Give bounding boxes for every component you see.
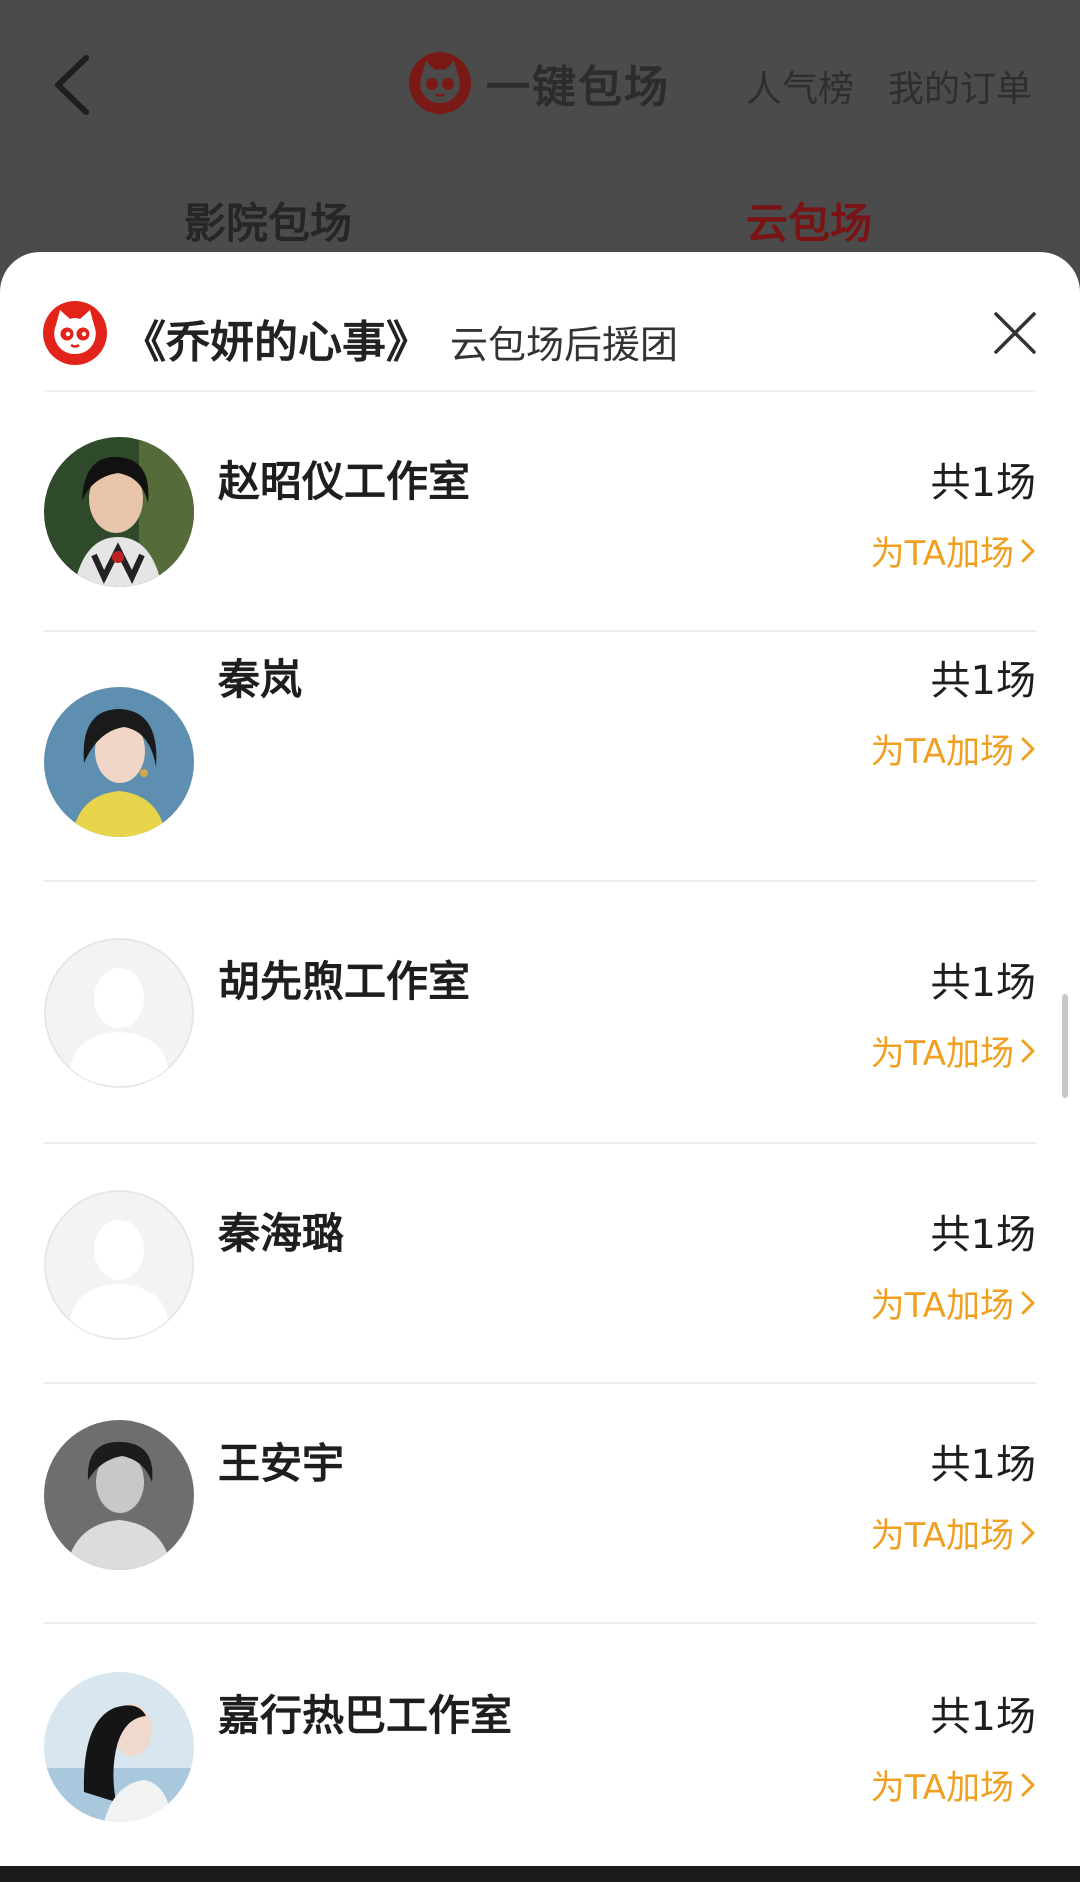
tab-cloud-booking[interactable]: 云包场 — [746, 190, 872, 251]
session-count: 共1场 — [930, 460, 1036, 506]
back-button[interactable] — [48, 50, 98, 120]
add-session-label: 为TA加场 — [870, 534, 1014, 574]
supporter-row: 赵昭仪工作室 共1场 为TA加场 — [0, 392, 1080, 632]
supporter-name: 秦海璐 — [218, 1209, 345, 1258]
session-count: 共1场 — [930, 1694, 1036, 1740]
supporter-name: 王安宇 — [218, 1439, 345, 1488]
session-count: 共1场 — [930, 960, 1036, 1006]
supporter-row: 秦岚 共1场 为TA加场 — [0, 632, 1080, 894]
cat-logo-icon — [408, 51, 472, 115]
add-session-link[interactable]: 为TA加场 — [871, 526, 1036, 575]
supporter-row: 王安宇 共1场 为TA加场 — [0, 1384, 1080, 1636]
default-avatar-icon — [44, 938, 194, 1088]
my-orders-link[interactable]: 我的订单 — [888, 60, 1032, 112]
session-count: 共1场 — [930, 1442, 1036, 1488]
supporter-row: 嘉行热巴工作室 共1场 为TA加场 — [0, 1636, 1080, 1882]
supporter-row: 胡先煦工作室 共1场 为TA加场 — [0, 894, 1080, 1144]
brand-title: 一键包场 — [486, 62, 670, 113]
add-session-label: 为TA加场 — [870, 1768, 1014, 1808]
close-icon — [994, 312, 1036, 354]
add-session-link[interactable]: 为TA加场 — [871, 1026, 1036, 1075]
add-session-link[interactable]: 为TA加场 — [871, 1508, 1036, 1557]
supporter-name: 秦岚 — [218, 655, 303, 704]
avatar — [44, 1190, 194, 1340]
avatar — [44, 1420, 194, 1570]
divider — [44, 880, 1036, 882]
chevron-right-icon — [1020, 1771, 1036, 1799]
sheet-header: 《乔妍的心事》 云包场后援团 — [0, 252, 1080, 392]
avatar — [44, 437, 194, 587]
chevron-right-icon — [1020, 537, 1036, 565]
add-session-link[interactable]: 为TA加场 — [871, 724, 1036, 773]
session-count: 共1场 — [930, 658, 1036, 704]
add-session-label: 为TA加场 — [870, 1516, 1014, 1556]
scrollbar[interactable] — [1062, 994, 1068, 1098]
tab-cinema-booking[interactable]: 影院包场 — [184, 190, 352, 251]
brand: 一键包场 — [408, 50, 670, 116]
popularity-rank-link[interactable]: 人气榜 — [746, 60, 854, 112]
avatar — [44, 938, 194, 1088]
add-session-label: 为TA加场 — [870, 1034, 1014, 1074]
bottom-bar — [0, 1866, 1080, 1882]
supporter-name: 胡先煦工作室 — [218, 957, 471, 1006]
movie-title: 《乔妍的心事》 — [122, 317, 430, 368]
avatar — [44, 1672, 194, 1822]
avatar — [44, 687, 194, 837]
add-session-label: 为TA加场 — [870, 1286, 1014, 1326]
chevron-right-icon — [1020, 1289, 1036, 1317]
supporter-name: 赵昭仪工作室 — [218, 457, 471, 506]
add-session-link[interactable]: 为TA加场 — [871, 1760, 1036, 1809]
default-avatar-icon — [44, 1190, 194, 1340]
cat-logo-icon — [42, 300, 108, 366]
back-arrow-icon — [55, 55, 89, 115]
supporter-name: 嘉行热巴工作室 — [218, 1691, 513, 1740]
supporter-row: 秦海璐 共1场 为TA加场 — [0, 1144, 1080, 1384]
chevron-right-icon — [1020, 735, 1036, 763]
close-button[interactable] — [992, 310, 1038, 356]
session-count: 共1场 — [930, 1212, 1036, 1258]
chevron-right-icon — [1020, 1519, 1036, 1547]
chevron-right-icon — [1020, 1037, 1036, 1065]
supporters-sheet: 《乔妍的心事》 云包场后援团 赵昭仪工作室 共1场 为TA加场 秦岚 共1场 为… — [0, 252, 1080, 1882]
add-session-label: 为TA加场 — [870, 732, 1014, 772]
add-session-link[interactable]: 为TA加场 — [871, 1278, 1036, 1327]
sheet-subtitle: 云包场后援团 — [450, 323, 679, 367]
divider — [44, 1622, 1036, 1624]
